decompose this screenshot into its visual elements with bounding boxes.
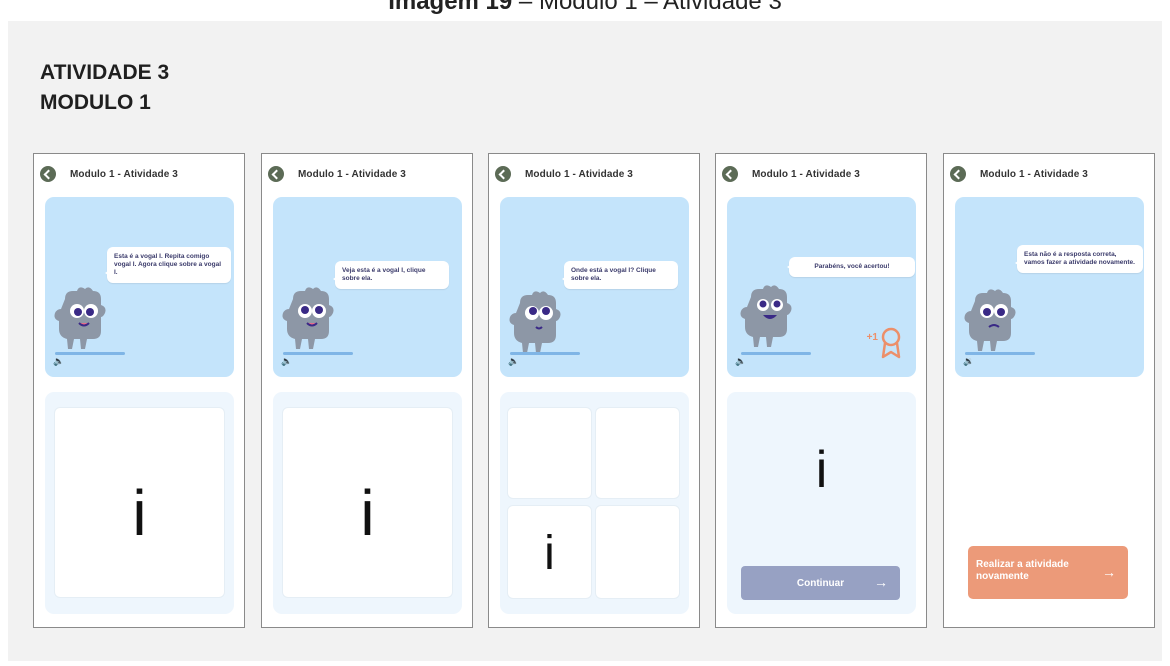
mascot-icon — [509, 291, 561, 353]
letter-card[interactable]: i — [283, 408, 452, 597]
arrow-right-icon: → — [874, 574, 888, 590]
back-arrow-icon[interactable] — [40, 166, 56, 182]
screen-title: Modulo 1 - Atividade 3 — [752, 168, 860, 180]
screen-title: Modulo 1 - Atividade 3 — [70, 168, 178, 180]
mascot-icon — [54, 287, 106, 349]
phone-screen-1: Modulo 1 - Atividade 3 Esta é a vogal I.… — [33, 153, 245, 628]
mascot-scene: Esta é a vogal I. Repita comigo vogal I.… — [45, 197, 234, 377]
mascot-scene: Esta não é a resposta correta, vamos faz… — [955, 197, 1144, 377]
mascot-icon — [282, 287, 334, 349]
answer-area: i — [273, 392, 462, 614]
speech-bubble: Veja esta é a vogal I, clique sobre ela. — [333, 261, 449, 289]
speech-bubble: Parabéns, você acertou! — [787, 257, 915, 277]
ground-shadow — [965, 352, 1035, 355]
vowel-letter: i — [815, 441, 828, 499]
option-card-3[interactable]: i — [508, 506, 591, 598]
points-label: +1 — [866, 332, 878, 343]
screen-title: Modulo 1 - Atividade 3 — [525, 168, 633, 180]
mascot-icon — [740, 285, 792, 347]
letter-card[interactable]: i — [55, 408, 224, 597]
speech-bubble: Esta não é a resposta correta, vamos faz… — [1015, 245, 1143, 273]
ground-shadow — [55, 352, 125, 355]
mascot-scene: Veja esta é a vogal I, clique sobre ela.… — [273, 197, 462, 377]
speaker-icon[interactable]: 🔈 — [735, 356, 746, 367]
back-arrow-icon[interactable] — [268, 166, 284, 182]
option-card-2[interactable] — [596, 408, 679, 498]
screen-header: Modulo 1 - Atividade 3 — [495, 164, 633, 184]
screen-header: Modulo 1 - Atividade 3 — [722, 164, 860, 184]
page-title: ATIVIDADE 3 MODULO 1 — [40, 61, 170, 114]
ground-shadow — [283, 352, 353, 355]
phone-screen-5: Modulo 1 - Atividade 3 Esta não é a resp… — [943, 153, 1155, 628]
ground-shadow — [741, 352, 811, 355]
retry-activity-button[interactable]: Realizar a atividade novamente → — [968, 546, 1128, 599]
speech-bubble: Esta é a vogal I. Repita comigo vogal I.… — [105, 247, 231, 283]
vowel-letter: i — [544, 527, 555, 580]
mascot-scene: Parabéns, você acertou! +1 🔈 — [727, 197, 916, 377]
retry-button-label: Realizar a atividade novamente — [976, 559, 1069, 582]
vowel-letter: i — [132, 477, 147, 549]
medal-icon — [881, 327, 901, 359]
phone-screen-4: Modulo 1 - Atividade 3 Parabéns, você ac… — [715, 153, 927, 628]
continue-button[interactable]: Continuar → — [741, 566, 900, 600]
screen-title: Modulo 1 - Atividade 3 — [980, 168, 1088, 180]
arrow-right-icon: → — [1102, 564, 1116, 580]
screen-header: Modulo 1 - Atividade 3 — [268, 164, 406, 184]
answer-area: i — [45, 392, 234, 614]
speech-bubble: Onde está a vogal I? Clique sobre ela. — [562, 261, 678, 289]
option-card-4[interactable] — [596, 506, 679, 598]
mascot-scene: Onde está a vogal I? Clique sobre ela. 🔈 — [500, 197, 689, 377]
figure-caption: Imagem 19 – Modulo 1 – Atividade 3 — [388, 0, 782, 15]
screen-title: Modulo 1 - Atividade 3 — [298, 168, 406, 180]
vowel-letter: i — [360, 477, 375, 549]
back-arrow-icon[interactable] — [950, 166, 966, 182]
screen-header: Modulo 1 - Atividade 3 — [40, 164, 178, 184]
speaker-icon[interactable]: 🔈 — [281, 356, 292, 367]
phone-screen-3: Modulo 1 - Atividade 3 Onde está a vogal… — [488, 153, 700, 628]
option-card-1[interactable] — [508, 408, 591, 498]
speaker-icon[interactable]: 🔈 — [53, 356, 64, 367]
speaker-icon[interactable]: 🔉 — [963, 356, 974, 367]
ground-shadow — [510, 352, 580, 355]
answer-area: i — [500, 392, 689, 614]
screen-header: Modulo 1 - Atividade 3 — [950, 164, 1088, 184]
continue-button-label: Continuar — [796, 577, 845, 589]
mascot-icon — [964, 289, 1016, 351]
answer-area: i Continuar → — [727, 392, 916, 614]
speaker-icon[interactable]: 🔈 — [508, 356, 519, 367]
back-arrow-icon[interactable] — [722, 166, 738, 182]
back-arrow-icon[interactable] — [495, 166, 511, 182]
phone-screen-2: Modulo 1 - Atividade 3 Veja esta é a vog… — [261, 153, 473, 628]
